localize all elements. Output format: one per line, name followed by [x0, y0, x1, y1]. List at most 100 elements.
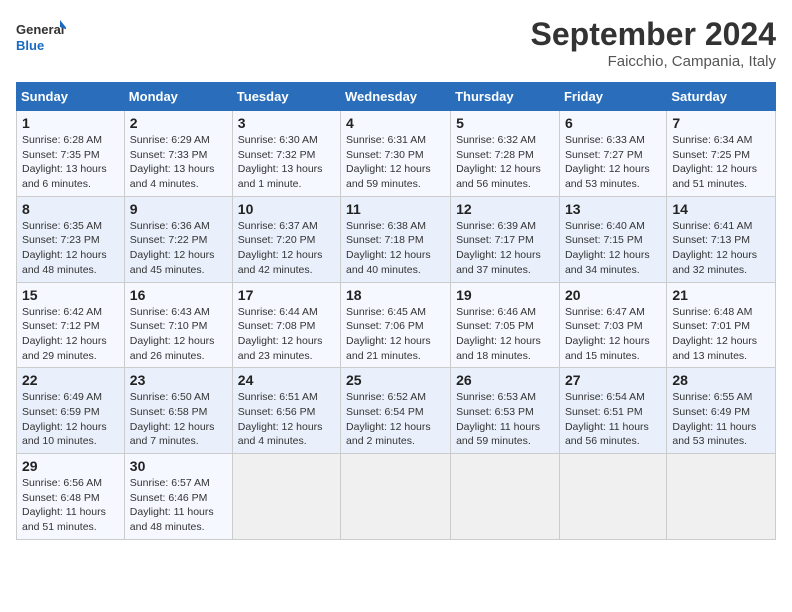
- day-number: 22: [22, 372, 119, 388]
- day-info: Sunrise: 6:36 AM Sunset: 7:22 PM Dayligh…: [130, 219, 227, 278]
- sunset-label: Sunset: 7:28 PM: [456, 149, 534, 161]
- sunrise-label: Sunrise: 6:40 AM: [565, 220, 645, 232]
- sunset-label: Sunset: 6:51 PM: [565, 406, 643, 418]
- day-info: Sunrise: 6:55 AM Sunset: 6:49 PM Dayligh…: [672, 390, 770, 449]
- day-number: 14: [672, 201, 770, 217]
- title-block: September 2024 Faicchio, Campania, Italy: [531, 16, 776, 70]
- day-number: 4: [346, 115, 445, 131]
- page-header: General Blue September 2024 Faicchio, Ca…: [16, 16, 776, 70]
- sunrise-label: Sunrise: 6:57 AM: [130, 477, 210, 489]
- sunrise-label: Sunrise: 6:51 AM: [238, 391, 318, 403]
- calendar-table: SundayMondayTuesdayWednesdayThursdayFrid…: [16, 82, 776, 540]
- day-info: Sunrise: 6:42 AM Sunset: 7:12 PM Dayligh…: [22, 305, 119, 364]
- sunset-label: Sunset: 6:53 PM: [456, 406, 534, 418]
- daylight-label: Daylight: 13 hours and 6 minutes.: [22, 163, 107, 190]
- calendar-cell: 25 Sunrise: 6:52 AM Sunset: 6:54 PM Dayl…: [341, 368, 451, 454]
- daylight-label: Daylight: 12 hours and 13 minutes.: [672, 335, 757, 362]
- sunrise-label: Sunrise: 6:38 AM: [346, 220, 426, 232]
- sunset-label: Sunset: 6:56 PM: [238, 406, 316, 418]
- sunrise-label: Sunrise: 6:53 AM: [456, 391, 536, 403]
- calendar-cell: 19 Sunrise: 6:46 AM Sunset: 7:05 PM Dayl…: [451, 282, 560, 368]
- day-info: Sunrise: 6:57 AM Sunset: 6:46 PM Dayligh…: [130, 476, 227, 535]
- sunrise-label: Sunrise: 6:41 AM: [672, 220, 752, 232]
- daylight-label: Daylight: 12 hours and 18 minutes.: [456, 335, 541, 362]
- sunrise-label: Sunrise: 6:32 AM: [456, 134, 536, 146]
- sunrise-label: Sunrise: 6:31 AM: [346, 134, 426, 146]
- sunrise-label: Sunrise: 6:56 AM: [22, 477, 102, 489]
- day-info: Sunrise: 6:29 AM Sunset: 7:33 PM Dayligh…: [130, 133, 227, 192]
- calendar-week-4: 22 Sunrise: 6:49 AM Sunset: 6:59 PM Dayl…: [17, 368, 776, 454]
- sunset-label: Sunset: 7:03 PM: [565, 320, 643, 332]
- sunset-label: Sunset: 7:27 PM: [565, 149, 643, 161]
- calendar-cell: 18 Sunrise: 6:45 AM Sunset: 7:06 PM Dayl…: [341, 282, 451, 368]
- sunset-label: Sunset: 7:10 PM: [130, 320, 208, 332]
- calendar-cell: 9 Sunrise: 6:36 AM Sunset: 7:22 PM Dayli…: [124, 196, 232, 282]
- day-number: 28: [672, 372, 770, 388]
- location: Faicchio, Campania, Italy: [531, 53, 776, 70]
- sunset-label: Sunset: 7:33 PM: [130, 149, 208, 161]
- weekday-header-tuesday: Tuesday: [232, 83, 340, 111]
- calendar-cell: 24 Sunrise: 6:51 AM Sunset: 6:56 PM Dayl…: [232, 368, 340, 454]
- weekday-header-friday: Friday: [559, 83, 666, 111]
- weekday-header-sunday: Sunday: [17, 83, 125, 111]
- svg-text:Blue: Blue: [16, 38, 44, 53]
- daylight-label: Daylight: 12 hours and 42 minutes.: [238, 249, 323, 276]
- calendar-cell: 27 Sunrise: 6:54 AM Sunset: 6:51 PM Dayl…: [559, 368, 666, 454]
- day-number: 29: [22, 458, 119, 474]
- sunset-label: Sunset: 6:54 PM: [346, 406, 424, 418]
- calendar-cell: 16 Sunrise: 6:43 AM Sunset: 7:10 PM Dayl…: [124, 282, 232, 368]
- day-number: 24: [238, 372, 335, 388]
- day-number: 30: [130, 458, 227, 474]
- sunrise-label: Sunrise: 6:30 AM: [238, 134, 318, 146]
- day-number: 20: [565, 287, 661, 303]
- sunset-label: Sunset: 7:23 PM: [22, 234, 100, 246]
- day-info: Sunrise: 6:53 AM Sunset: 6:53 PM Dayligh…: [456, 390, 554, 449]
- calendar-cell: 17 Sunrise: 6:44 AM Sunset: 7:08 PM Dayl…: [232, 282, 340, 368]
- svg-text:General: General: [16, 22, 64, 37]
- day-info: Sunrise: 6:35 AM Sunset: 7:23 PM Dayligh…: [22, 219, 119, 278]
- day-number: 26: [456, 372, 554, 388]
- weekday-header-wednesday: Wednesday: [341, 83, 451, 111]
- day-number: 5: [456, 115, 554, 131]
- sunset-label: Sunset: 7:30 PM: [346, 149, 424, 161]
- calendar-cell: 23 Sunrise: 6:50 AM Sunset: 6:58 PM Dayl…: [124, 368, 232, 454]
- sunset-label: Sunset: 6:46 PM: [130, 492, 208, 504]
- day-info: Sunrise: 6:52 AM Sunset: 6:54 PM Dayligh…: [346, 390, 445, 449]
- sunrise-label: Sunrise: 6:42 AM: [22, 306, 102, 318]
- day-number: 19: [456, 287, 554, 303]
- sunrise-label: Sunrise: 6:55 AM: [672, 391, 752, 403]
- calendar-cell: [667, 454, 776, 540]
- day-info: Sunrise: 6:46 AM Sunset: 7:05 PM Dayligh…: [456, 305, 554, 364]
- calendar-cell: 15 Sunrise: 6:42 AM Sunset: 7:12 PM Dayl…: [17, 282, 125, 368]
- day-number: 7: [672, 115, 770, 131]
- day-number: 1: [22, 115, 119, 131]
- logo-svg: General Blue: [16, 16, 66, 60]
- day-number: 17: [238, 287, 335, 303]
- daylight-label: Daylight: 12 hours and 29 minutes.: [22, 335, 107, 362]
- sunrise-label: Sunrise: 6:52 AM: [346, 391, 426, 403]
- daylight-label: Daylight: 12 hours and 51 minutes.: [672, 163, 757, 190]
- sunrise-label: Sunrise: 6:50 AM: [130, 391, 210, 403]
- calendar-cell: 13 Sunrise: 6:40 AM Sunset: 7:15 PM Dayl…: [559, 196, 666, 282]
- sunset-label: Sunset: 6:49 PM: [672, 406, 750, 418]
- calendar-cell: 12 Sunrise: 6:39 AM Sunset: 7:17 PM Dayl…: [451, 196, 560, 282]
- sunrise-label: Sunrise: 6:44 AM: [238, 306, 318, 318]
- day-number: 11: [346, 201, 445, 217]
- calendar-header: SundayMondayTuesdayWednesdayThursdayFrid…: [17, 83, 776, 111]
- day-number: 10: [238, 201, 335, 217]
- calendar-cell: 4 Sunrise: 6:31 AM Sunset: 7:30 PM Dayli…: [341, 111, 451, 197]
- day-info: Sunrise: 6:32 AM Sunset: 7:28 PM Dayligh…: [456, 133, 554, 192]
- sunrise-label: Sunrise: 6:36 AM: [130, 220, 210, 232]
- sunrise-label: Sunrise: 6:34 AM: [672, 134, 752, 146]
- calendar-cell: [232, 454, 340, 540]
- daylight-label: Daylight: 11 hours and 48 minutes.: [130, 506, 214, 533]
- day-info: Sunrise: 6:30 AM Sunset: 7:32 PM Dayligh…: [238, 133, 335, 192]
- day-number: 23: [130, 372, 227, 388]
- daylight-label: Daylight: 12 hours and 4 minutes.: [238, 421, 323, 448]
- day-number: 8: [22, 201, 119, 217]
- calendar-cell: [451, 454, 560, 540]
- daylight-label: Daylight: 11 hours and 53 minutes.: [672, 421, 756, 448]
- day-number: 6: [565, 115, 661, 131]
- daylight-label: Daylight: 11 hours and 51 minutes.: [22, 506, 106, 533]
- month-title: September 2024: [531, 16, 776, 53]
